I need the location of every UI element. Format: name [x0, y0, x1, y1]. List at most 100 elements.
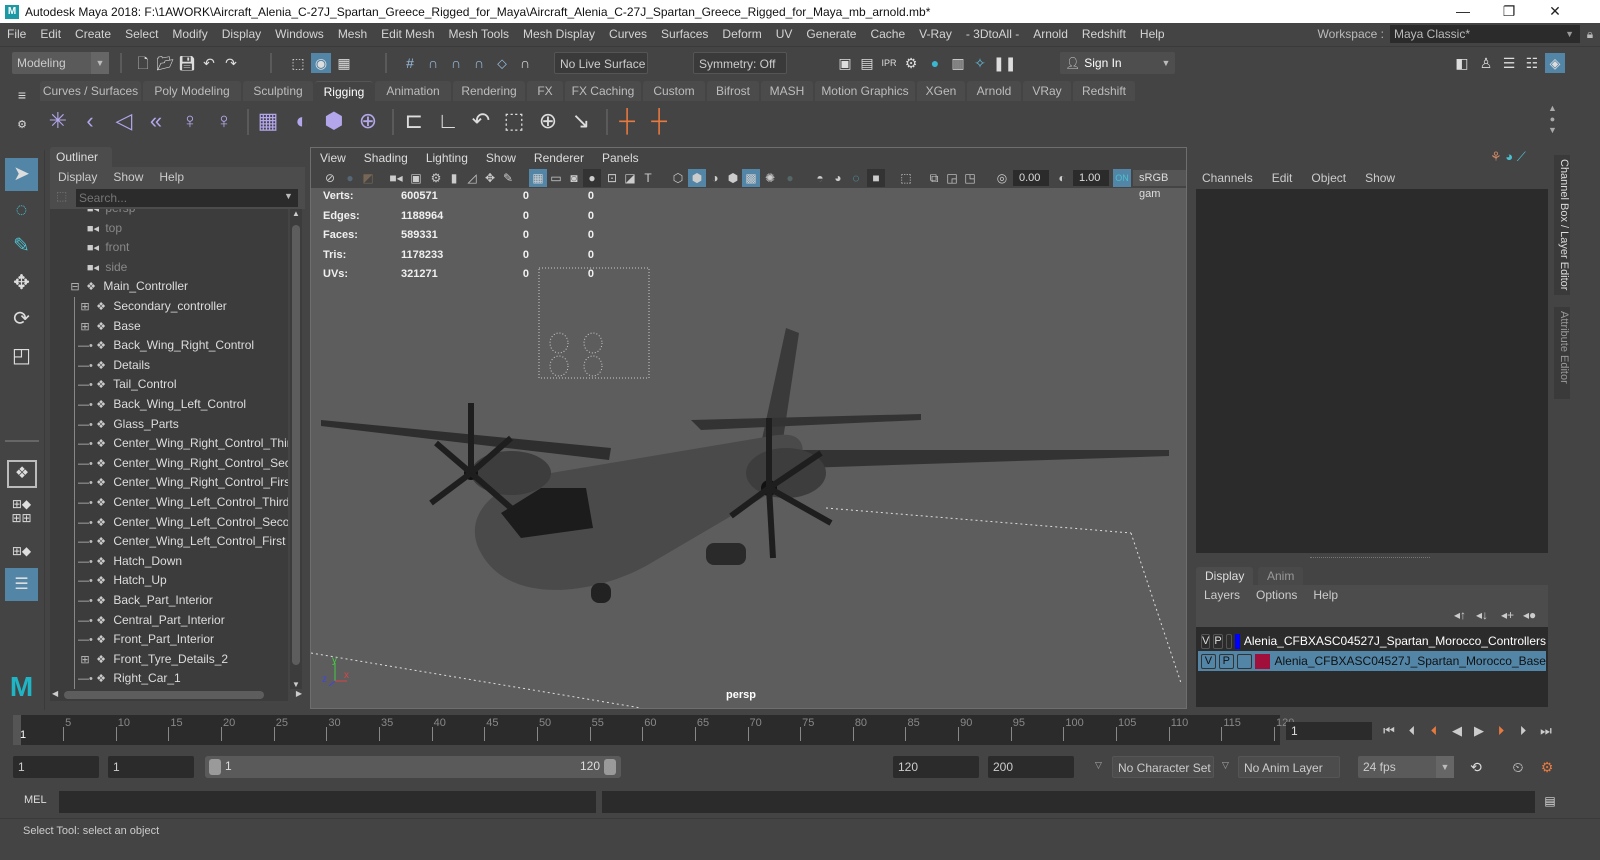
chevron-down-icon[interactable]: ▽: [1222, 760, 1229, 771]
shelf-tab-custom[interactable]: Custom: [643, 81, 705, 101]
outliner-vertical-scrollbar[interactable]: ▲ ▼: [290, 209, 302, 689]
range-start-handle[interactable]: [209, 759, 221, 775]
select-tool-icon[interactable]: ➤: [5, 158, 38, 191]
xray-components-icon[interactable]: ◳: [961, 169, 979, 187]
outliner-item[interactable]: —• ❖ Center_Wing_Left_Control_Third: [78, 493, 288, 513]
step-back-frame-icon[interactable]: ⏴: [1425, 721, 1443, 741]
object-menu[interactable]: Object: [1299, 171, 1353, 185]
viewport-menu-lighting[interactable]: Lighting: [417, 151, 477, 165]
snap-to-curve-icon[interactable]: ∩: [423, 53, 443, 73]
show-menu[interactable]: Show: [1353, 171, 1402, 185]
outliner-search-input[interactable]: [76, 189, 298, 207]
add-joint-icon[interactable]: ┼: [613, 107, 641, 135]
single-pane-layout-icon[interactable]: ❖: [7, 460, 37, 488]
quick-rig-icon[interactable]: ♀: [210, 107, 238, 135]
menu-uv[interactable]: UV: [769, 27, 800, 41]
outliner-item[interactable]: ⊞ ❖ Base: [78, 317, 140, 337]
color-management-toggle[interactable]: ON: [1113, 169, 1131, 187]
expand-icon[interactable]: ⊞: [78, 298, 92, 318]
new-layer-from-selected-icon[interactable]: ◂●: [1523, 608, 1536, 622]
menuset-dropdown[interactable]: Modeling ▼: [12, 52, 109, 74]
undo-icon[interactable]: ↶: [199, 53, 219, 73]
channels-menu[interactable]: Channels: [1190, 171, 1260, 185]
edit-menu[interactable]: Edit: [1260, 171, 1300, 185]
shelf-tab-sculpting[interactable]: Sculpting: [243, 81, 313, 101]
layer-color-swatch[interactable]: [1254, 653, 1271, 669]
outliner-item[interactable]: —• ❖ Front_Part_Interior: [78, 630, 214, 650]
outliner-item[interactable]: —• ❖ Hatch_Up: [78, 571, 167, 591]
menu-arnold[interactable]: Arnold: [1026, 27, 1075, 41]
anim-layer-dropdown[interactable]: No Anim Layer: [1238, 756, 1340, 778]
render-setup-icon[interactable]: ▥: [948, 53, 968, 73]
exposure-field[interactable]: 0.00: [1013, 170, 1049, 186]
menu-windows[interactable]: Windows: [268, 27, 331, 41]
mel-command-input[interactable]: [59, 791, 596, 813]
scene-start-field[interactable]: 1: [13, 756, 99, 778]
menu-3dtoall[interactable]: - 3DtoAll -: [959, 27, 1026, 41]
menu-surfaces[interactable]: Surfaces: [654, 27, 715, 41]
2d-pan-zoom-icon[interactable]: ✥: [481, 169, 499, 187]
tool-settings-toggle-icon[interactable]: ☷: [1522, 53, 1542, 73]
viewport-panel[interactable]: View Shading Lighting Show Renderer Pane…: [310, 147, 1187, 709]
exposure-icon[interactable]: ◎: [993, 169, 1011, 187]
step-forward-frame-icon[interactable]: ⏵: [1492, 721, 1510, 741]
playback-start-field[interactable]: 1: [108, 756, 194, 778]
channel-box-area[interactable]: [1196, 189, 1548, 553]
outliner-item[interactable]: —• ❖ Center_Wing_Left_Control_First: [78, 532, 285, 552]
camera-attributes-icon[interactable]: ●: [341, 169, 359, 187]
ipr-render-icon[interactable]: IPR: [879, 53, 899, 73]
layer-display-type-toggle[interactable]: [1236, 653, 1252, 669]
shadows-icon[interactable]: ●: [781, 169, 799, 187]
select-by-hierarchy-icon[interactable]: ⬚: [288, 53, 308, 73]
xray-joints-icon[interactable]: ◲: [943, 169, 961, 187]
shelf-tab-bifrost[interactable]: Bifrost: [707, 81, 759, 101]
graph-editor-icon[interactable]: ⟋: [1517, 149, 1526, 164]
playback-end-field[interactable]: 120: [893, 756, 979, 778]
outliner-item[interactable]: —• ❖ Center_Wing_Left_Control_Second: [78, 513, 288, 533]
workspace-dropdown[interactable]: Maya Classic*: [1390, 25, 1580, 43]
viewport-menu-show[interactable]: Show: [477, 151, 525, 165]
menu-generate[interactable]: Generate: [799, 27, 863, 41]
film-gate-icon[interactable]: ▭: [547, 169, 565, 187]
snap-to-grid-icon[interactable]: #: [400, 53, 420, 73]
lattice-icon[interactable]: ⬢: [320, 107, 348, 135]
ik-spline-icon[interactable]: ◁: [110, 107, 138, 135]
snap-to-point-icon[interactable]: ∩: [446, 53, 466, 73]
lock-icon[interactable]: 🔒︎: [1580, 27, 1600, 42]
options-menu[interactable]: Options: [1248, 588, 1305, 602]
scale-tool-icon[interactable]: ◰: [5, 340, 38, 373]
chevron-down-icon[interactable]: ▽: [1095, 760, 1102, 771]
snap-to-view-plane-icon[interactable]: ∩: [469, 53, 489, 73]
orient-constraint-icon[interactable]: ↶: [467, 107, 495, 135]
scene-canvas[interactable]: y x z: [311, 188, 1186, 708]
splitter-handle[interactable]: [1310, 557, 1430, 558]
outliner-menu-display[interactable]: Display: [50, 170, 105, 184]
animation-preferences-icon[interactable]: ⚙: [1537, 757, 1557, 777]
new-empty-layer-icon[interactable]: ◂+: [1501, 608, 1514, 622]
restore-button[interactable]: ❐: [1486, 0, 1532, 23]
layer-color-swatch[interactable]: [1234, 633, 1240, 649]
outliner-camera-side[interactable]: ■◂ side: [84, 258, 127, 278]
aircraft-model[interactable]: [321, 328, 1169, 603]
gate-mask-icon[interactable]: ●: [583, 169, 601, 187]
shelf-tab-poly-modeling[interactable]: Poly Modeling: [143, 81, 241, 101]
menu-mesh[interactable]: Mesh: [331, 27, 374, 41]
attribute-editor-toggle-icon[interactable]: ☰: [1499, 53, 1519, 73]
grid-icon[interactable]: ▦: [529, 169, 547, 187]
point-constraint-icon[interactable]: ∟: [434, 107, 462, 135]
move-layer-up-icon[interactable]: ◂↑: [1454, 608, 1466, 622]
shelf-scrollbar[interactable]: ▲ ● ▼: [1548, 103, 1557, 136]
outliner-item[interactable]: ⊞ ❖ Secondary_controller: [78, 297, 226, 318]
camera-icon[interactable]: ■◂: [387, 169, 405, 187]
auto-key-icon[interactable]: ⏲: [1508, 757, 1528, 777]
screen-space-ao-icon[interactable]: ◓: [811, 169, 829, 187]
outliner-item[interactable]: —• ❖ Center_Wing_Right_Control_Secor: [78, 454, 288, 474]
depth-of-field-icon[interactable]: ■: [867, 169, 885, 187]
outliner-menu-help[interactable]: Help: [151, 170, 192, 184]
isolate-select-icon[interactable]: ⬚: [897, 169, 915, 187]
character-controls-icon[interactable]: ♙: [1476, 53, 1496, 73]
rotate-tool-icon[interactable]: ⟳: [5, 303, 38, 336]
bookmarks-icon[interactable]: ◩: [359, 169, 377, 187]
scale-constraint-icon[interactable]: ⬚: [500, 107, 528, 135]
menu-cache[interactable]: Cache: [863, 27, 912, 41]
